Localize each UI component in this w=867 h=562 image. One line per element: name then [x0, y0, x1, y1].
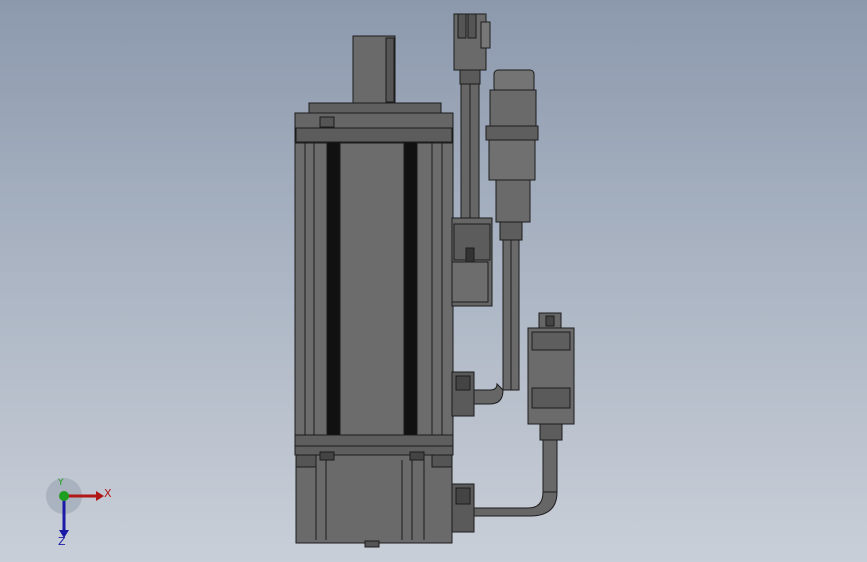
- heat-sink-slot-left: [326, 141, 341, 437]
- y-axis-dot: [59, 491, 69, 501]
- cad-viewport[interactable]: X Y Z: [0, 0, 867, 562]
- encoder-cover: [295, 451, 453, 548]
- servo-motor-model[interactable]: [0, 0, 867, 562]
- heat-sink-slot-right: [403, 141, 418, 437]
- side-connector-bottom: [451, 483, 475, 533]
- z-axis-label: Z: [58, 535, 66, 548]
- power-plug: [471, 312, 575, 517]
- axis-triad: X Y Z: [40, 478, 120, 550]
- motor-body: [294, 112, 454, 456]
- junction-box: [451, 217, 493, 307]
- motor-shaft: [308, 35, 442, 114]
- y-axis-label: Y: [58, 478, 64, 488]
- top-cable-connector: [453, 13, 491, 219]
- side-connector-mid: [451, 371, 475, 417]
- x-axis-label: X: [104, 487, 112, 500]
